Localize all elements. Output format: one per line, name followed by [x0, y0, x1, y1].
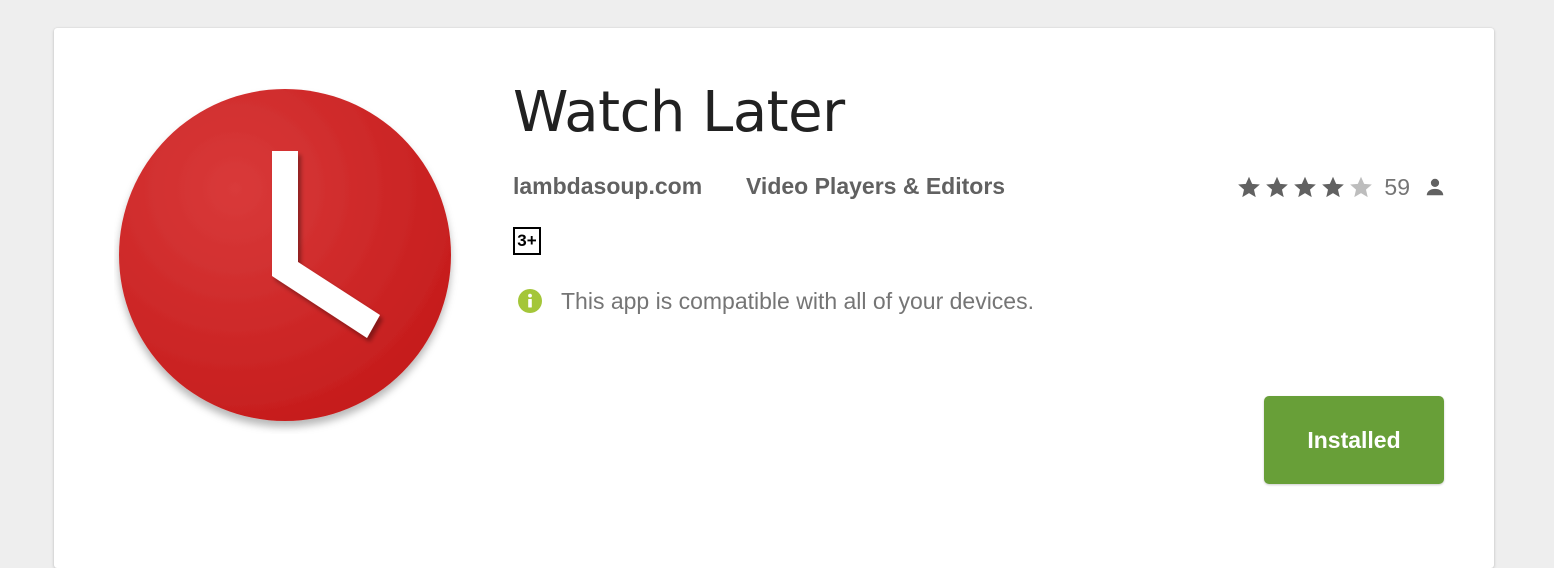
star-icon	[1294, 176, 1317, 198]
app-title: Watch Later	[513, 80, 845, 145]
installed-button[interactable]: Installed	[1264, 396, 1444, 484]
star-rating	[1236, 174, 1374, 200]
person-icon	[1426, 178, 1444, 196]
info-icon	[518, 289, 542, 313]
rating-count: 59	[1384, 174, 1410, 200]
app-details-card: Watch Later lambdasoup.com Video Players…	[54, 28, 1494, 568]
star-icon	[1322, 176, 1345, 198]
star-empty-icon	[1350, 176, 1373, 198]
category-link[interactable]: Video Players & Editors	[746, 170, 1005, 202]
rating-summary: 59	[1236, 171, 1446, 203]
compatibility-text: This app is compatible with all of your …	[561, 288, 1034, 314]
star-icon	[1238, 176, 1261, 198]
developer-link[interactable]: lambdasoup.com	[513, 170, 702, 202]
compatibility-notice: This app is compatible with all of your …	[517, 283, 1034, 319]
clock-icon	[119, 89, 451, 421]
star-icon	[1266, 176, 1289, 198]
content-rating-badge: 3+	[513, 227, 541, 255]
